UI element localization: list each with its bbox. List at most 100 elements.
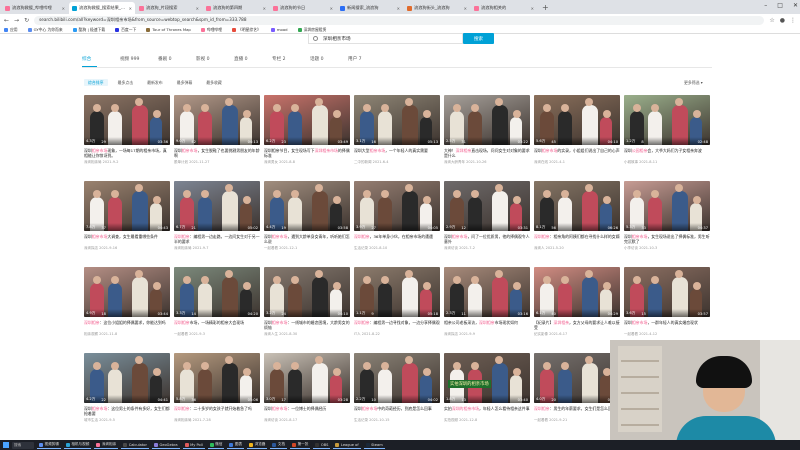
taskbar-app[interactable]: 浏览器 xyxy=(247,441,268,449)
uploader-name[interactable]: 实拍视频 xyxy=(444,418,458,422)
taskbar-app[interactable]: 第一张 xyxy=(290,441,311,449)
bookmark-item[interactable]: 百度一下 xyxy=(115,27,136,33)
video-card[interactable]: 4.4万 19 03:58 深圳相亲市场，遇到大龄单身女青年，听听她们怎么说 一起看看 … xyxy=(264,181,350,251)
video-title[interactable]: 深圳相亲，36年单身小伙，在相亲市场的遭遇 xyxy=(354,234,440,245)
video-title[interactable]: 深圳相亲：这位小姐姐的择偶要求，你能达到吗 xyxy=(84,320,170,331)
video-title[interactable]: 深圳相亲节目，女生现场写下深圳相亲市场的择偶标准 xyxy=(264,148,350,159)
video-thumbnail[interactable]: 1.1万 9 05:18 xyxy=(354,267,440,317)
sort-option[interactable]: 最多弹幕 xyxy=(173,79,197,86)
uploader-name[interactable]: 深圳探店 xyxy=(444,332,458,336)
video-card[interactable]: 4.3万 29 03:36 深圳相亲市场现象，一场每17期的相亲市场，真相能让你惊讶到… xyxy=(84,95,170,165)
video-title[interactable]: 【纪录片】深圳相亲，女方父母的要求让人难以接受 xyxy=(534,320,620,331)
taskbar-app[interactable]: Calculator xyxy=(121,441,149,449)
video-title[interactable]: 深圳相亲：二十多岁的女孩子就开始着急了吗 xyxy=(174,406,260,417)
video-title[interactable]: 深圳相亲：相亲角的阿姨们都在寻找什么样的女婿 xyxy=(534,234,620,245)
video-title[interactable]: 深圳相亲市场，一群年轻人的真实婚恋现状 xyxy=(624,320,710,331)
category-tab[interactable]: 直播 0 xyxy=(234,56,272,62)
reload-icon[interactable]: ↻ xyxy=(24,17,29,24)
taskbar-app[interactable]: 微信 xyxy=(207,441,225,449)
maximize-icon[interactable]: □ xyxy=(777,2,783,9)
video-title[interactable]: 深圳相亲市场：一位博士的择偶经历 xyxy=(264,406,350,417)
star-icon[interactable]: ☆ xyxy=(769,17,774,24)
uploader-name[interactable]: 一起看看 xyxy=(264,246,278,250)
bookmark-item[interactable]: Tour of Thrones Map xyxy=(146,27,191,32)
category-tab[interactable]: 话题 0 xyxy=(310,56,348,62)
video-thumbnail[interactable]: 6.2万 23 03:49 xyxy=(264,95,350,145)
forward-icon[interactable]: → xyxy=(14,17,19,24)
back-icon[interactable]: ← xyxy=(4,17,9,24)
uploader-name[interactable]: 深圳访谈 xyxy=(264,418,278,422)
video-card[interactable]: 2.3万 11 03:16 相亲公司老板采访，深圳相亲市场现状如何 深圳探店 2021-… xyxy=(444,267,530,337)
sort-option[interactable]: 最新发布 xyxy=(143,79,167,86)
video-thumbnail[interactable]: 7.8万 37 04:43 xyxy=(84,181,170,231)
uploader-name[interactable]: 深圳男女 xyxy=(264,160,278,164)
bookmark-item[interactable]: 应用 xyxy=(4,27,18,33)
start-icon[interactable] xyxy=(3,442,9,448)
browser-tab[interactable]: 新闻搜索_流浪狗 ✕ xyxy=(337,2,403,14)
uploader-name[interactable]: 小城故事 xyxy=(624,160,638,164)
video-thumbnail[interactable]: 4.2万 22 04:41 xyxy=(84,353,170,403)
uploader-name[interactable]: 深圳相亲局 xyxy=(174,246,192,250)
video-card[interactable]: 实拍深圳的相亲市场 1.8万 13 03:40 实拍深圳的相亲市场，年轻人怎么看待相亲这… xyxy=(444,353,530,423)
uploader-name[interactable]: 深圳相亲局 xyxy=(174,418,192,422)
category-tab[interactable]: 视频 999 xyxy=(120,56,158,62)
video-title[interactable]: 深圳相亲市场，问了一位优质男，他的择偶观令人意外 xyxy=(444,234,530,245)
video-card[interactable]: 3.2万 24 04:10 深圳相亲市场：一线城市的婚恋困境，大龄男女的烦恼 深圳人生 … xyxy=(264,267,350,337)
browser-tab[interactable]: 流浪狗街头_流浪狗 ✕ xyxy=(404,2,470,14)
video-card[interactable]: 3.3万 14 04:20 深圳相亲市场，一场精彩的相亲大会现场 一起看看 2021-9… xyxy=(174,267,260,337)
video-thumbnail[interactable]: 8.1万 56 06:26 xyxy=(534,181,620,231)
browser-tab[interactable]: 流浪狗的节日 ✕ xyxy=(270,2,336,14)
uploader-name[interactable]: 深圳探店 xyxy=(84,246,98,250)
video-card[interactable]: 5.8万 36 05:06 深圳相亲：二十多岁的女孩子就开始着急了吗 深圳相亲局 202… xyxy=(174,353,260,423)
browser-tab[interactable]: 流浪狗_片段搜索 ✕ xyxy=(136,2,202,14)
video-thumbnail[interactable]: 4.9万 18 03:44 xyxy=(84,267,170,317)
uploader-name[interactable]: 小李访谈 xyxy=(624,246,638,250)
category-tab[interactable]: 用户 7 xyxy=(348,56,386,62)
bookmark-item[interactable]: GY中心 为你而来 xyxy=(27,27,63,33)
browser-tab[interactable]: 流浪狗的第四期 ✕ xyxy=(203,2,269,14)
sort-option[interactable]: 最多点击 xyxy=(114,79,138,86)
taskbar-app[interactable]: League of xyxy=(333,441,361,449)
tab-close-icon[interactable]: ✕ xyxy=(62,6,65,11)
video-thumbnail[interactable]: 3.3万 14 04:20 xyxy=(174,267,260,317)
video-title[interactable]: 深圳相亲市场，女生脱鞋了也要挑剔男朋友的年龄啊 xyxy=(174,148,260,159)
video-thumbnail[interactable]: 2.9万 12 03:31 xyxy=(444,181,530,231)
video-title[interactable]: 深圳相亲市场：这位男士的条件有多好，女生们都抢着要 xyxy=(84,406,170,417)
video-thumbnail[interactable]: 6.1万 40 04:29 xyxy=(534,267,620,317)
uploader-name[interactable]: 深圳在线 xyxy=(534,160,548,164)
video-thumbnail[interactable]: 3.9万 27 04:05 xyxy=(354,181,440,231)
taskbar-app[interactable]: 视频剪辑 xyxy=(37,441,61,449)
search-button[interactable]: 搜索 xyxy=(463,33,494,44)
uploader-name[interactable]: 二中的新闻 xyxy=(354,160,372,164)
sort-option[interactable]: 综合排序 xyxy=(84,79,108,86)
video-thumbnail[interactable]: 4.3万 29 03:36 xyxy=(84,95,170,145)
category-tab[interactable]: 综合 xyxy=(82,56,120,62)
video-card[interactable]: 1.1万 9 05:18 深圳相亲：编程男一边寻找对象，一边分享择偶观 IT人 2021… xyxy=(354,267,440,337)
video-thumbnail[interactable]: 2.5万 31 03:22 xyxy=(444,95,530,145)
video-card[interactable]: 3.6万 15 03:57 深圳相亲市场，一群年轻人的真实婚恋现状 一起看看 2021-… xyxy=(624,267,710,337)
video-card[interactable]: 1.2万 8 02:48 深圳公园相亲会，大爷大妈们为子女相亲奔波 小城故事 2021-… xyxy=(624,95,710,165)
tab-close-icon[interactable]: ✕ xyxy=(330,6,333,11)
category-tab[interactable]: 番剧 0 xyxy=(158,56,196,62)
uploader-name[interactable]: 脱单计划 xyxy=(174,160,188,164)
video-title[interactable]: 深圳相亲市场的实录，小姐姐们说出了自己的心声 xyxy=(534,148,620,159)
video-card[interactable]: 2.9万 12 03:31 深圳相亲市场，问了一位优质男，他的择偶观令人意外 深圳访谈 … xyxy=(444,181,530,251)
video-card[interactable]: 2.2万 10 04:02 深圳相亲市场中的奇葩经历，到底是怎么回事 生活记录 2021… xyxy=(354,353,440,423)
taskbar-app[interactable]: My Poll xyxy=(182,441,205,449)
taskbar-search[interactable]: 搜索 xyxy=(12,441,34,449)
browser-tab[interactable]: 流浪狗救援_哔哩哔哩 ✕ xyxy=(2,2,68,14)
uploader-name[interactable]: 生活记录 xyxy=(354,246,368,250)
video-card[interactable]: 4.2万 22 04:41 深圳相亲市场：这位男士的条件有多好，女生们都抢着要 城市生活… xyxy=(84,353,170,423)
video-title[interactable]: 深圳相亲：编程男一边走路，一边问女生对于另一半的要求 xyxy=(174,234,260,245)
url-field[interactable]: search.bilibili.com/all?keyword=深圳相亲市场&f… xyxy=(34,15,765,25)
uploader-name[interactable]: 深圳大龄青年 xyxy=(444,160,465,164)
video-card[interactable]: 6.7万 21 05:02 深圳相亲：编程男一边走路，一边问女生对于另一半的要求 深圳相… xyxy=(174,181,260,251)
video-thumbnail[interactable]: 3.0万 17 03:28 xyxy=(264,353,350,403)
video-title[interactable]: 深圳相亲：男生的年薪要求，女生们是怎么回答的 xyxy=(534,406,620,417)
video-title[interactable]: 深圳相亲市场，一场精彩的相亲大会现场 xyxy=(174,320,260,331)
video-card[interactable]: 4.0万2004:30深圳相亲：男生的年薪要求，女生们是怎么回答的一起看看 20… xyxy=(534,353,620,423)
video-thumbnail[interactable]: 2.3万 11 03:16 xyxy=(444,267,530,317)
uploader-name[interactable]: 一起看看 xyxy=(624,332,638,336)
video-thumbnail[interactable]: 5.6万 45 04:10 xyxy=(534,95,620,145)
profile-icon[interactable]: ● xyxy=(780,17,785,24)
